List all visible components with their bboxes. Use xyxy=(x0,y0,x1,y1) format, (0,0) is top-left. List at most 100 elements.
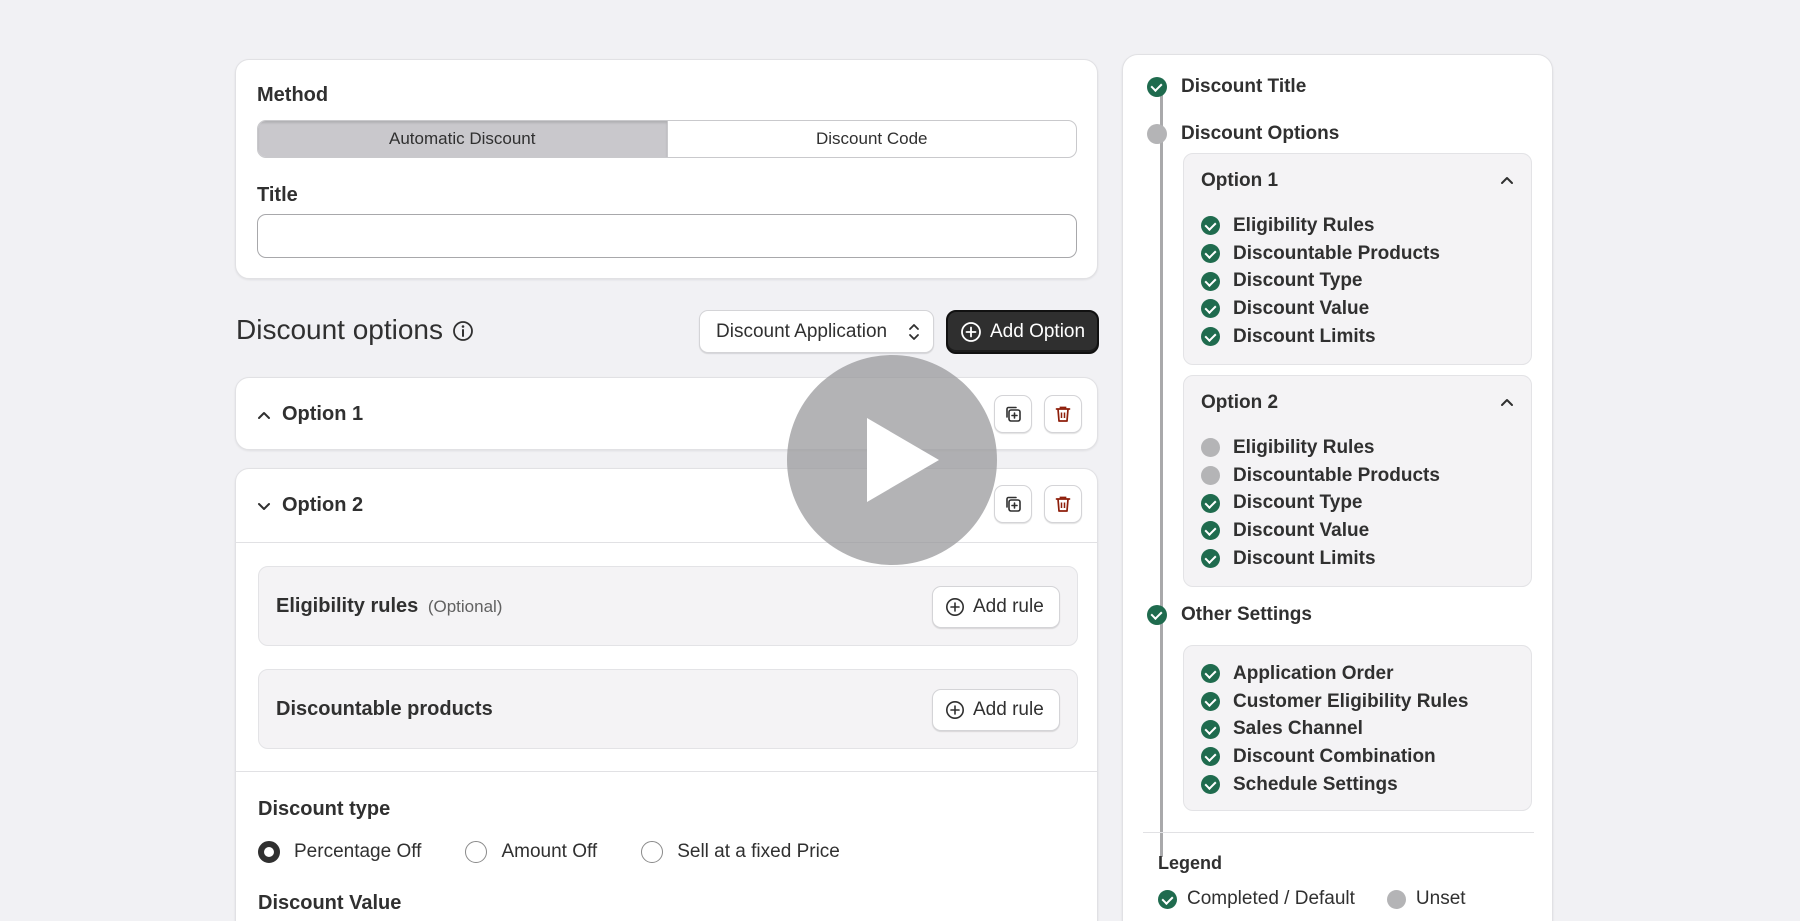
status-discount-title-label: Discount Title xyxy=(1181,76,1307,97)
status-row[interactable]: Discount Limits xyxy=(1201,545,1440,573)
complete-dot-icon xyxy=(1201,549,1220,569)
unset-dot-icon xyxy=(1201,466,1220,486)
status-discount-options-label: Discount Options xyxy=(1181,123,1340,144)
status-row[interactable]: Discount Combination xyxy=(1201,743,1468,771)
option-1-duplicate-button[interactable] xyxy=(994,395,1032,433)
add-option-label: Add Option xyxy=(990,321,1086,342)
status-row-label: Discount Limits xyxy=(1233,325,1376,347)
video-play-button[interactable] xyxy=(787,355,997,565)
method-discount-code[interactable]: Discount Code xyxy=(666,121,1077,157)
status-row-label: Discount Type xyxy=(1233,270,1363,292)
unset-dot-icon xyxy=(1386,889,1406,909)
discountable-products-box: Discountable products Add rule xyxy=(258,669,1078,749)
status-row[interactable]: Eligibility Rules xyxy=(1201,212,1440,240)
duplicate-icon xyxy=(1006,496,1021,512)
plus-circle-icon xyxy=(946,598,964,616)
info-icon[interactable] xyxy=(452,320,474,342)
status-row-label: Discountable Products xyxy=(1233,242,1440,264)
discount-application-select[interactable]: Discount Application xyxy=(699,310,934,353)
status-discount-title[interactable]: Discount Title xyxy=(1147,76,1306,98)
legend-title: Legend xyxy=(1158,853,1223,873)
unset-dot-icon xyxy=(1147,124,1167,144)
chevron-up-icon[interactable] xyxy=(1499,394,1515,410)
eligibility-rules-title: Eligibility rules xyxy=(276,595,419,617)
legend-unset-label: Unset xyxy=(1415,888,1466,909)
trash-icon xyxy=(1055,406,1071,422)
status-option-2-title: Option 2 xyxy=(1201,392,1279,413)
status-row[interactable]: Discount Type xyxy=(1201,489,1440,517)
status-row[interactable]: Discount Type xyxy=(1201,267,1440,295)
option-1-title: Option 1 xyxy=(282,403,364,425)
option-2-toggle[interactable]: Option 2 xyxy=(256,469,363,542)
status-row-label: Sales Channel xyxy=(1233,718,1363,740)
status-row-label: Customer Eligibility Rules xyxy=(1233,690,1469,712)
complete-dot-icon xyxy=(1201,244,1220,264)
radio-percentage-off[interactable]: Percentage Off xyxy=(258,841,421,863)
status-row-label: Application Order xyxy=(1233,662,1394,684)
plus-circle-icon xyxy=(946,701,964,719)
status-row[interactable]: Discountable Products xyxy=(1201,462,1440,490)
status-row-label: Schedule Settings xyxy=(1233,773,1398,795)
duplicate-icon xyxy=(1006,406,1021,422)
plus-circle-icon xyxy=(961,322,981,342)
status-row[interactable]: Discount Value xyxy=(1201,295,1440,323)
select-chevrons-icon xyxy=(909,324,919,340)
complete-dot-icon xyxy=(1201,692,1220,712)
eligibility-add-rule-button[interactable]: Add rule xyxy=(932,586,1060,628)
status-row-label: Discount Value xyxy=(1233,297,1370,319)
status-row[interactable]: Customer Eligibility Rules xyxy=(1201,688,1468,716)
chevron-up-icon xyxy=(258,411,270,419)
discount-options-heading: Discount options xyxy=(236,314,444,345)
option-2-duplicate-button[interactable] xyxy=(994,485,1032,523)
status-row-label: Discountable Products xyxy=(1233,464,1440,486)
status-row[interactable]: Eligibility Rules xyxy=(1201,434,1440,462)
status-row[interactable]: Sales Channel xyxy=(1201,715,1468,743)
status-row-label: Discount Type xyxy=(1233,492,1363,514)
status-discount-options[interactable]: Discount Options xyxy=(1147,123,1339,145)
option-2-header-divider xyxy=(236,542,1097,543)
legend-divider xyxy=(1143,832,1534,833)
status-option-2-list: Eligibility Rules Discountable Products … xyxy=(1201,434,1440,572)
title-label: Title xyxy=(257,184,298,206)
radio-amount-off-control[interactable] xyxy=(465,841,488,863)
status-other-settings-box: Application Order Customer Eligibility R… xyxy=(1183,645,1532,811)
status-row[interactable]: Application Order xyxy=(1201,660,1468,688)
status-other-settings[interactable]: Other Settings xyxy=(1147,604,1312,626)
radio-amount-off-label: Amount Off xyxy=(501,841,598,862)
complete-dot-icon xyxy=(1201,299,1220,319)
discount-type-radio-group: Percentage Off Amount Off Sell at a fixe… xyxy=(258,841,840,863)
option-2-title: Option 2 xyxy=(282,494,364,516)
radio-fixed-price[interactable]: Sell at a fixed Price xyxy=(641,841,840,863)
status-row-label: Discount Combination xyxy=(1233,745,1436,767)
status-row[interactable]: Schedule Settings xyxy=(1201,771,1468,799)
method-automatic-discount[interactable]: Automatic Discount xyxy=(258,121,667,157)
eligibility-rules-label: Eligibility rules (Optional) xyxy=(276,595,502,618)
method-card: Method Automatic Discount Discount Code … xyxy=(235,59,1098,279)
option-1-delete-button[interactable] xyxy=(1044,395,1082,433)
title-input[interactable] xyxy=(257,214,1077,258)
status-row[interactable]: Discount Value xyxy=(1201,517,1440,545)
status-row[interactable]: Discountable Products xyxy=(1201,240,1440,268)
complete-dot-icon xyxy=(1147,77,1167,97)
complete-dot-icon xyxy=(1201,493,1220,513)
status-panel: Discount Title Discount Options Option 1… xyxy=(1122,54,1553,921)
option-1-toggle[interactable]: Option 1 xyxy=(256,378,363,451)
method-segmented-control: Automatic Discount Discount Code xyxy=(257,120,1077,158)
radio-percentage-off-label: Percentage Off xyxy=(294,841,422,862)
radio-amount-off[interactable]: Amount Off xyxy=(465,841,597,863)
add-option-button[interactable]: Add Option xyxy=(946,310,1099,354)
complete-dot-icon xyxy=(1158,889,1177,909)
status-other-settings-list: Application Order Customer Eligibility R… xyxy=(1201,660,1468,798)
discountable-add-rule-button[interactable]: Add rule xyxy=(932,689,1060,731)
complete-dot-icon xyxy=(1147,605,1167,625)
discountable-products-label: Discountable products xyxy=(276,698,493,720)
option-2-delete-button[interactable] xyxy=(1044,485,1082,523)
chevron-up-icon[interactable] xyxy=(1499,172,1515,188)
radio-fixed-price-control[interactable] xyxy=(641,841,664,863)
method-label: Method xyxy=(257,84,329,106)
status-row-label: Discount Value xyxy=(1233,519,1370,541)
complete-dot-icon xyxy=(1201,216,1220,236)
status-option-1-list: Eligibility Rules Discountable Products … xyxy=(1201,212,1440,350)
status-row[interactable]: Discount Limits xyxy=(1201,323,1440,351)
radio-percentage-off-control[interactable] xyxy=(258,841,280,863)
